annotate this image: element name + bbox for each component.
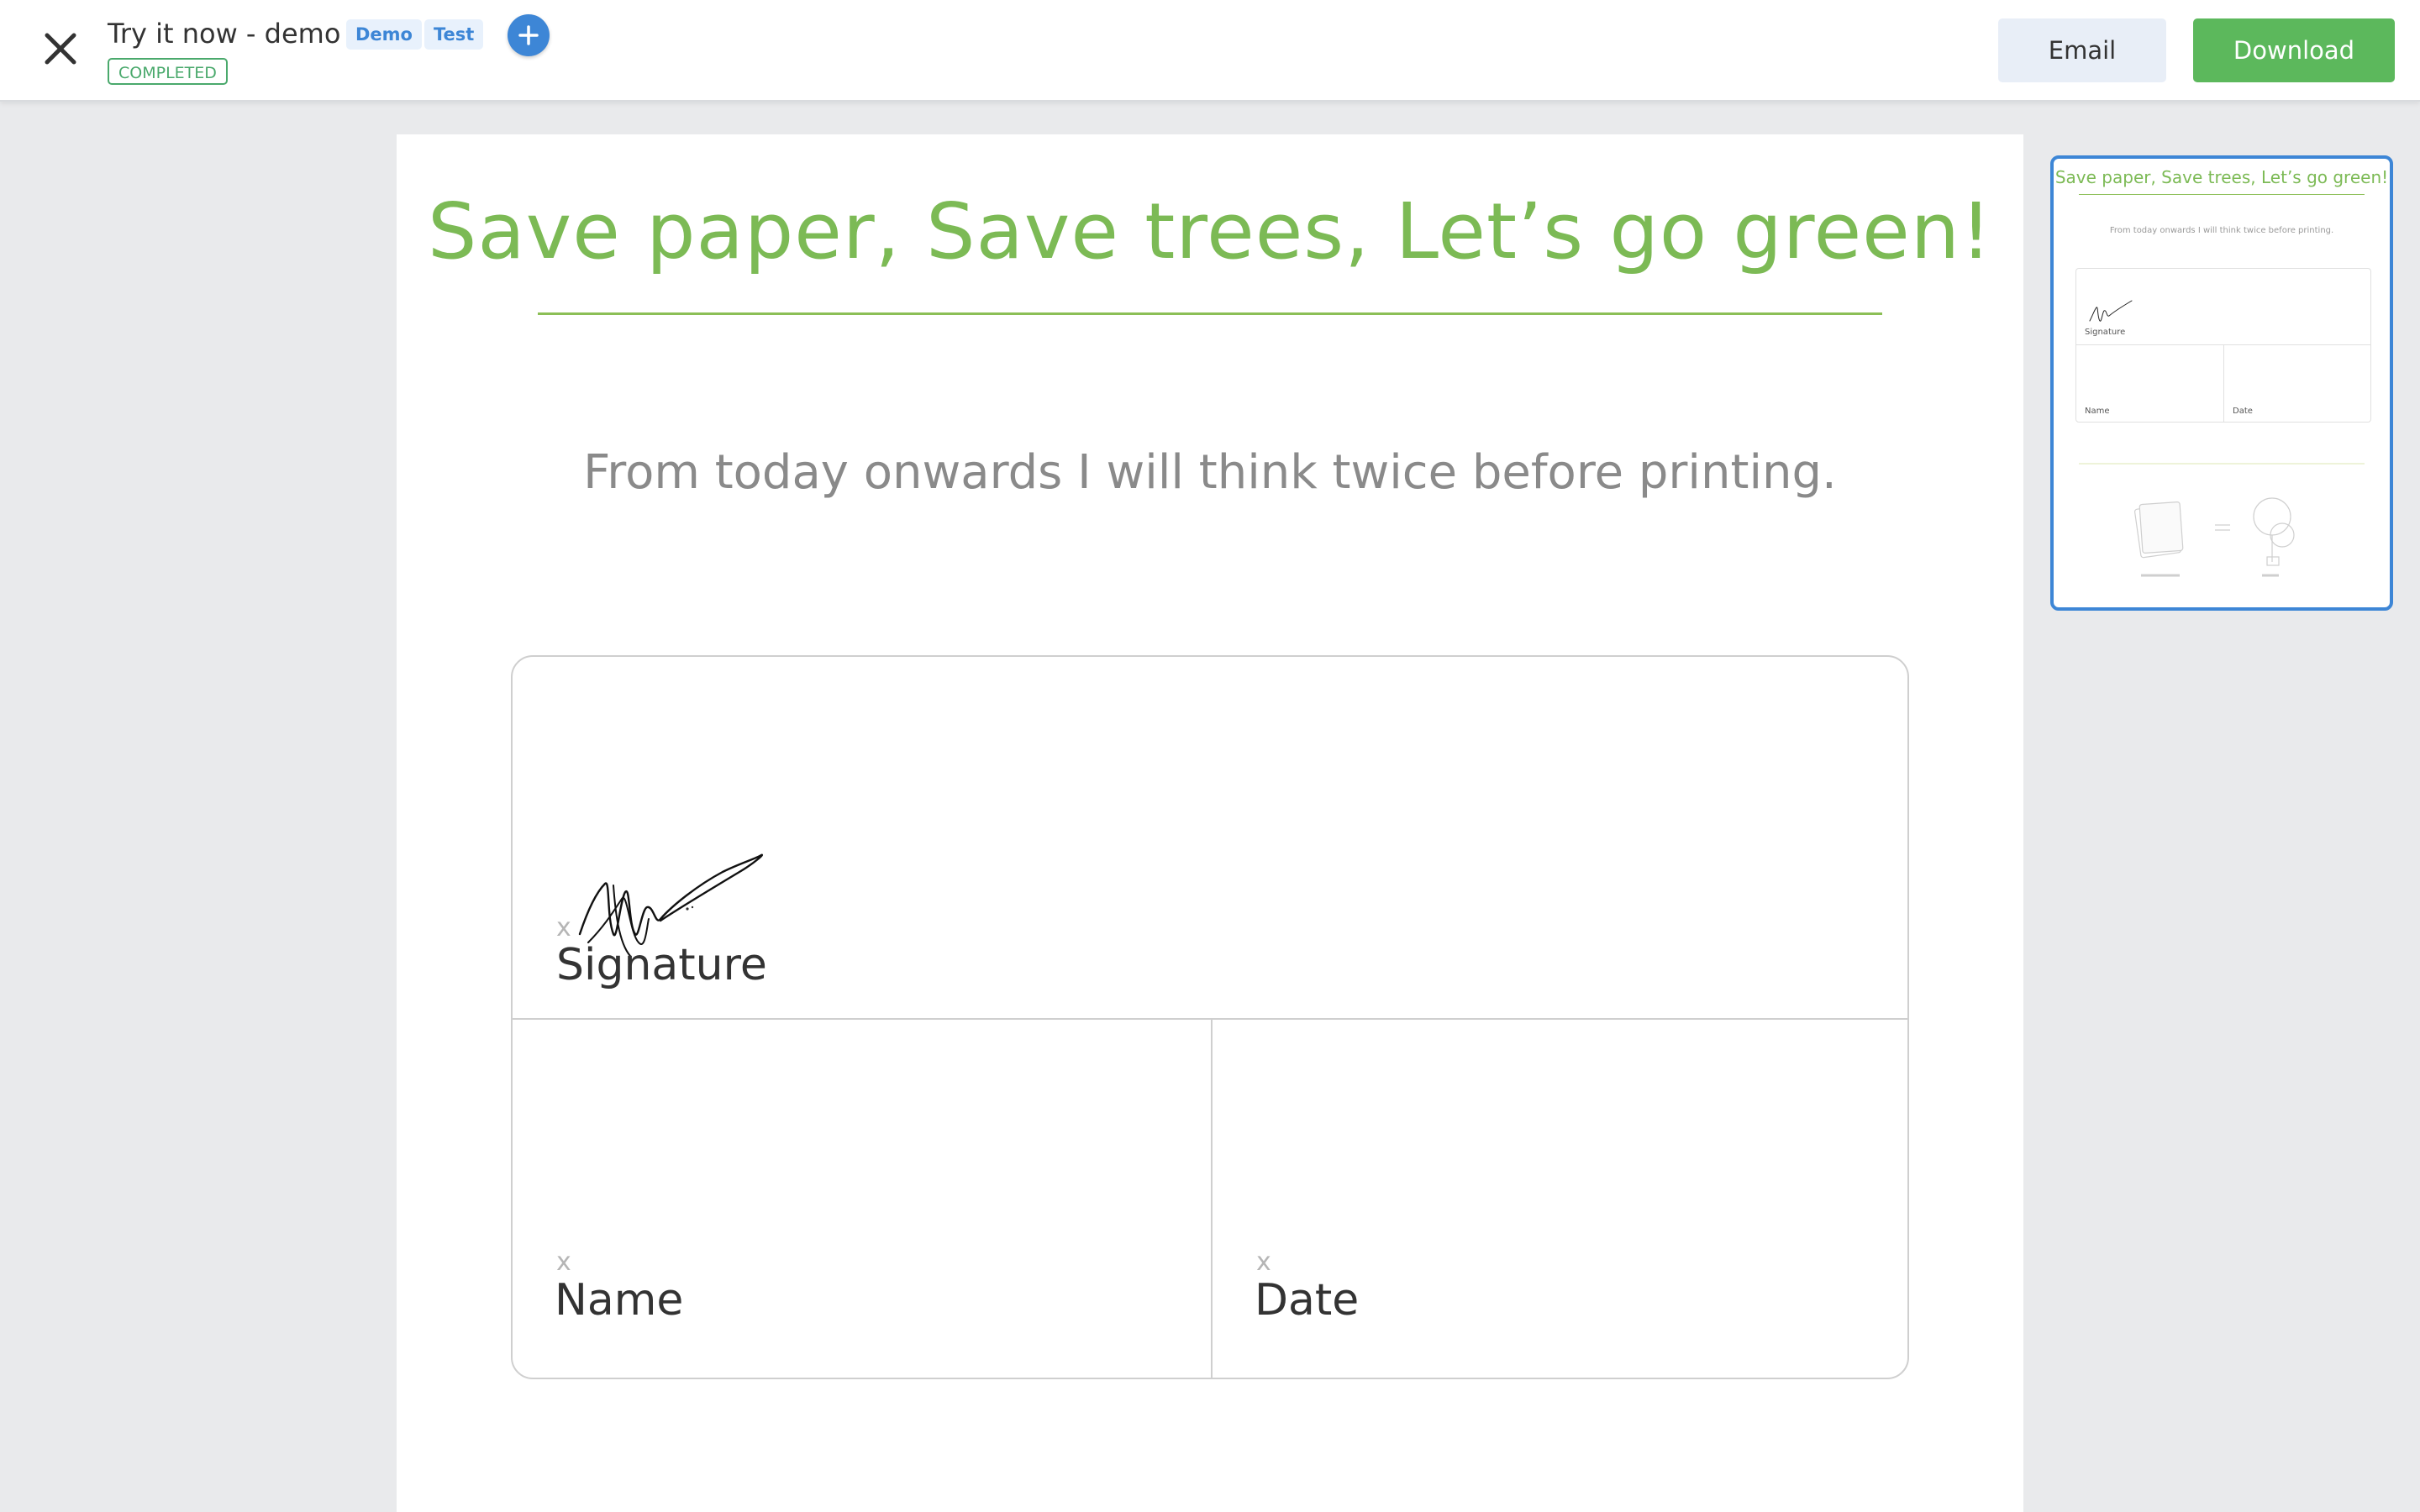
thumbnail-footer-divider	[2079, 463, 2365, 465]
thumbnail-signature-label: Signature	[2085, 328, 2126, 337]
tag-demo[interactable]: Demo	[346, 19, 422, 50]
date-field[interactable]: x Date	[1213, 1020, 1909, 1379]
signature-x-mark: x	[556, 913, 571, 942]
thumbnail-divider	[2079, 194, 2365, 195]
document-page: Save paper, Save trees, Let’s go green! …	[397, 134, 2023, 1512]
signature-form-table: x Signature x Name x Date	[511, 655, 1909, 1379]
thumbnail-heading: Save paper, Save trees, Let’s go green!	[2054, 167, 2389, 187]
download-button[interactable]: Download	[2193, 18, 2395, 82]
thumbnail-date-label: Date	[2233, 407, 2253, 416]
name-label: Name	[555, 1275, 684, 1326]
signature-field[interactable]: x Signature	[513, 657, 1907, 1018]
tag-test[interactable]: Test	[424, 19, 484, 50]
add-tag-button[interactable]	[508, 14, 550, 56]
close-button[interactable]	[37, 25, 84, 72]
name-x-mark: x	[556, 1247, 571, 1277]
thumbnail-form-table: Signature Name Date	[2075, 268, 2371, 423]
document-subheading: From today onwards I will think twice be…	[583, 445, 1837, 500]
signature-label: Signature	[556, 940, 767, 990]
thumbnail-subheading: From today onwards I will think twice be…	[2109, 226, 2334, 235]
date-label: Date	[1255, 1275, 1360, 1326]
thumbnail-signature-drawing	[2089, 300, 2133, 322]
plus-icon	[518, 25, 539, 45]
date-x-mark: x	[1256, 1247, 1271, 1277]
signature-drawing	[578, 853, 764, 957]
close-icon	[45, 33, 76, 65]
name-field[interactable]: x Name	[513, 1020, 1211, 1379]
heading-divider	[538, 312, 1882, 315]
thumbnail-column-divider	[2223, 344, 2224, 422]
paper-equals-tree-illustration	[2133, 497, 2295, 577]
document-title: Try it now - demo	[108, 18, 341, 50]
thumbnail-name-label: Name	[2085, 407, 2110, 416]
status-badge: COMPLETED	[108, 58, 228, 85]
top-bar: Try it now - demo Demo Test COMPLETED Em…	[0, 0, 2420, 102]
email-button[interactable]: Email	[1998, 18, 2166, 82]
page-thumbnail[interactable]: Save paper, Save trees, Let’s go green! …	[2050, 155, 2393, 611]
document-heading: Save paper, Save trees, Let’s go green!	[428, 186, 1992, 276]
